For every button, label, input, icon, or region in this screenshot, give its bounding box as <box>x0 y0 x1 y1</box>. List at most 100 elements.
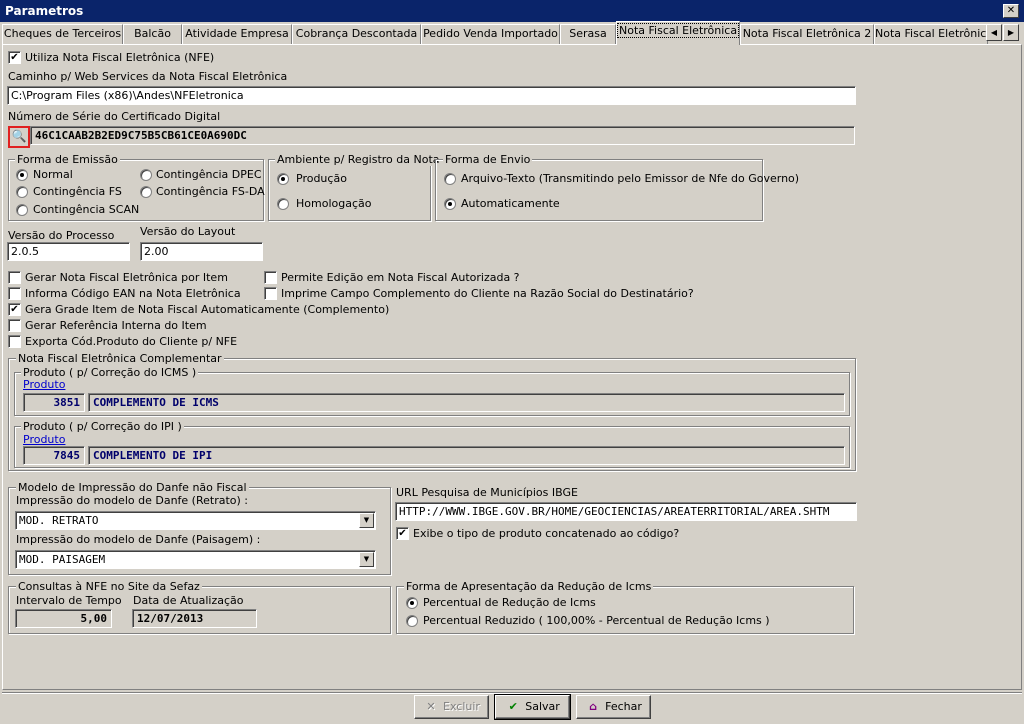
emissao-scan-radio[interactable] <box>16 204 28 216</box>
icms-product-desc: COMPLEMENTO DE ICMS <box>88 393 845 412</box>
complementar-title: Nota Fiscal Eletrônica Complementar <box>16 352 224 365</box>
tab-nota-fiscal-eletronica-2[interactable]: Nota Fiscal Eletrônica 2 <box>740 24 874 45</box>
danfe-retrato-value: MOD. RETRATO <box>19 514 99 527</box>
chevron-down-icon[interactable]: ▼ <box>359 513 374 528</box>
use-nfe-checkbox[interactable]: ✔ <box>8 51 21 64</box>
emissao-fsda-radio[interactable] <box>140 186 152 198</box>
emissao-fs-radio[interactable] <box>16 186 28 198</box>
tab-pedido-venda-importado[interactable]: Pedido Venda Importado <box>421 24 560 45</box>
cert-search-button[interactable]: 🔍 <box>8 126 30 148</box>
exporta-cod-checkbox[interactable] <box>8 335 21 348</box>
envio-auto-radio[interactable] <box>444 198 456 210</box>
imprime-complemento-checkbox[interactable] <box>264 287 277 300</box>
ipi-produto-link[interactable]: Produto <box>23 433 65 446</box>
informa-ean-checkbox[interactable] <box>8 287 21 300</box>
gerar-nfe-item-label: Gerar Nota Fiscal Eletrônica por Item <box>25 271 228 284</box>
reducao-percentual-label: Percentual de Redução de Icms <box>423 596 596 609</box>
tab-nota-fiscal-eletronica-3[interactable]: Nota Fiscal Eletrônica <box>874 24 988 45</box>
versao-processo-input[interactable]: 2.0.5 <box>7 242 130 261</box>
envio-group <box>435 159 763 221</box>
ambiente-homologacao-label: Homologação <box>296 197 372 210</box>
envio-title: Forma de Envio <box>443 153 533 166</box>
window-title: Parametros <box>5 4 84 18</box>
tab-scroll-left-button[interactable]: ◀ <box>986 24 1002 41</box>
emissao-fsda-label: Contingência FS-DA <box>156 185 265 198</box>
ipi-product-code: 7845 <box>23 446 85 465</box>
checkmark-icon: ✔ <box>508 700 518 713</box>
danfe-retrato-label: Impressão do modelo de Danfe (Retrato) : <box>16 494 248 507</box>
tab-strip: Cheques de Terceiros Balcão Atividade Em… <box>2 21 1022 45</box>
versao-layout-label: Versão do Layout <box>140 225 236 238</box>
emissao-fs-label: Contingência FS <box>33 185 122 198</box>
data-atualizacao-field: 12/07/2013 <box>132 609 257 628</box>
informa-ean-label: Informa Código EAN na Nota Eletrônica <box>25 287 241 300</box>
envio-arquivo-label: Arquivo-Texto (Transmitindo pelo Emissor… <box>461 172 800 185</box>
danfe-paisagem-label: Impressão do modelo de Danfe (Paisagem) … <box>16 533 261 546</box>
emissao-scan-label: Contingência SCAN <box>33 203 140 216</box>
ws-path-input[interactable]: C:\Program Files (x86)\Andes\NFEletronic… <box>7 86 856 105</box>
data-atualizacao-label: Data de Atualização <box>133 594 244 607</box>
intervalo-field: 5,00 <box>15 609 112 628</box>
tab-cheques-terceiros[interactable]: Cheques de Terceiros <box>2 24 123 45</box>
gera-grade-checkbox[interactable]: ✔ <box>8 303 21 316</box>
envio-arquivo-radio[interactable] <box>444 173 456 185</box>
cert-serial-label: Número de Série do Certificado Digital <box>8 110 221 123</box>
use-nfe-label: Utiliza Nota Fiscal Eletrônica (NFE) <box>25 51 215 64</box>
ibge-url-input[interactable]: HTTP://WWW.IBGE.GOV.BR/HOME/GEOCIENCIAS/… <box>395 502 857 521</box>
danfe-paisagem-select[interactable]: MOD. PAISAGEM ▼ <box>15 550 376 569</box>
ipi-product-desc: COMPLEMENTO DE IPI <box>88 446 845 465</box>
reducao-title: Forma de Apresentação da Redução de Icms <box>404 580 654 593</box>
magnifier-icon: 🔍 <box>11 129 27 143</box>
reducao-reduzido-label: Percentual Reduzido ( 100,00% - Percentu… <box>423 614 770 627</box>
icms-product-code: 3851 <box>23 393 85 412</box>
close-button[interactable]: ✕ <box>1003 4 1019 18</box>
gera-grade-label: Gera Grade Item de Nota Fiscal Automatic… <box>25 303 390 316</box>
reducao-percentual-radio[interactable] <box>406 597 418 609</box>
intervalo-label: Intervalo de Tempo <box>16 594 122 607</box>
tab-nota-fiscal-eletronica[interactable]: Nota Fiscal Eletrônica <box>616 21 740 45</box>
ibge-url-label: URL Pesquisa de Municípios IBGE <box>396 486 578 499</box>
emissao-normal-radio[interactable] <box>16 169 28 181</box>
permite-edicao-label: Permite Edição em Nota Fiscal Autorizada… <box>281 271 520 284</box>
danfe-paisagem-value: MOD. PAISAGEM <box>19 553 106 566</box>
envio-auto-label: Automaticamente <box>461 197 560 210</box>
icms-produto-link[interactable]: Produto <box>23 378 65 391</box>
emissao-dpec-label: Contingência DPEC <box>156 168 262 181</box>
chevron-down-icon[interactable]: ▼ <box>359 552 374 567</box>
ambiente-title: Ambiente p/ Registro da Nota <box>275 153 442 166</box>
door-icon: ⌂ <box>589 700 598 713</box>
delete-icon: ✕ <box>426 700 436 713</box>
versao-processo-label: Versão do Processo <box>8 229 115 242</box>
tab-balcao[interactable]: Balcão <box>123 24 182 45</box>
consultas-title: Consultas à NFE no Site da Sefaz <box>16 580 202 593</box>
tab-scroll-right-button[interactable]: ▶ <box>1003 24 1019 41</box>
tab-serasa[interactable]: Serasa <box>560 24 616 45</box>
ambiente-producao-label: Produção <box>296 172 347 185</box>
imprime-complemento-label: Imprime Campo Complemento do Cliente na … <box>281 287 694 300</box>
versao-layout-input[interactable]: 2.00 <box>140 242 263 261</box>
tab-cobranca-descontada[interactable]: Cobrança Descontada <box>292 24 421 45</box>
gerar-referencia-label: Gerar Referência Interna do Item <box>25 319 207 332</box>
danfe-title: Modelo de Impressão do Danfe não Fiscal <box>16 481 249 494</box>
salvar-button[interactable]: ✔ Salvar <box>494 694 571 720</box>
gerar-referencia-checkbox[interactable] <box>8 319 21 332</box>
gerar-nfe-item-checkbox[interactable] <box>8 271 21 284</box>
ambiente-group <box>268 159 431 221</box>
ambiente-homologacao-radio[interactable] <box>277 198 289 210</box>
ws-path-label: Caminho p/ Web Services da Nota Fiscal E… <box>8 70 288 83</box>
exibe-tipo-label: Exibe o tipo de produto concatenado ao c… <box>413 527 680 540</box>
excluir-button[interactable]: ✕ Excluir <box>414 695 489 719</box>
permite-edicao-checkbox[interactable] <box>264 271 277 284</box>
danfe-retrato-select[interactable]: MOD. RETRATO ▼ <box>15 511 376 530</box>
emissao-title: Forma de Emissão <box>15 153 120 166</box>
exibe-tipo-checkbox[interactable]: ✔ <box>396 527 409 540</box>
tab-atividade-empresa[interactable]: Atividade Empresa <box>182 24 292 45</box>
reducao-reduzido-radio[interactable] <box>406 615 418 627</box>
emissao-normal-label: Normal <box>33 168 73 181</box>
ambiente-producao-radio[interactable] <box>277 173 289 185</box>
title-bar: Parametros ✕ <box>0 0 1024 22</box>
cert-serial-field: 46C1CAAB2B2ED9C75B5CB61CE0A690DC <box>30 126 855 145</box>
emissao-dpec-radio[interactable] <box>140 169 152 181</box>
ipi-title: Produto ( p/ Correção do IPI ) <box>21 420 184 433</box>
fechar-button[interactable]: ⌂ Fechar <box>576 695 651 719</box>
